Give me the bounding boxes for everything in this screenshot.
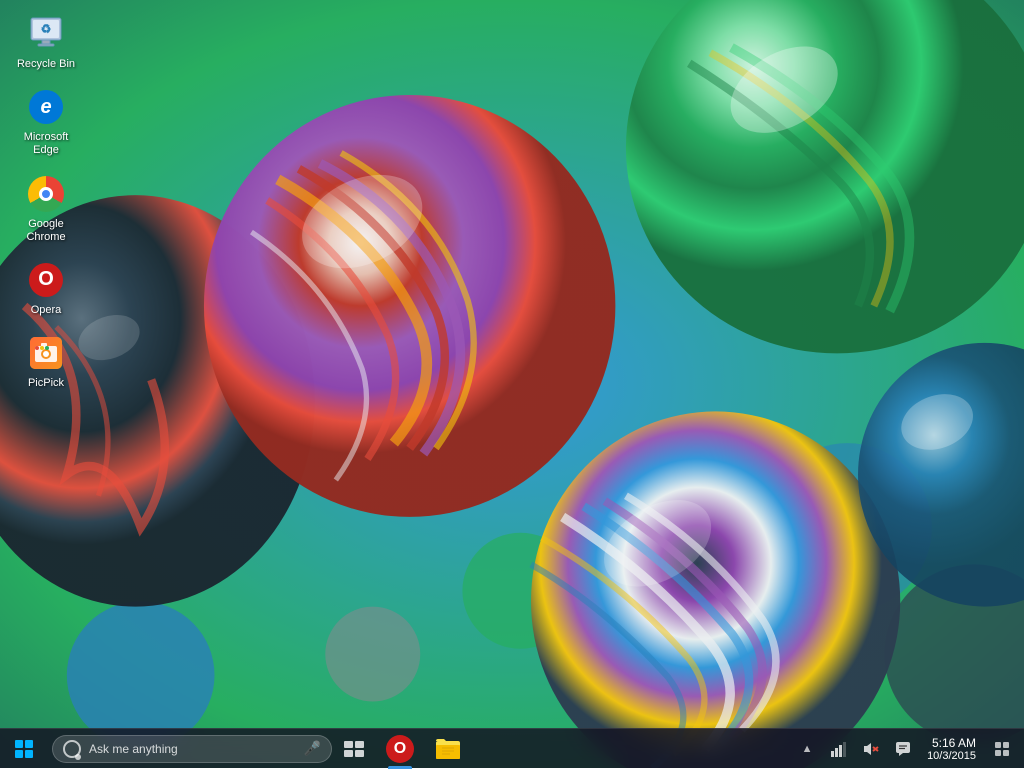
opera-taskbar-icon: O	[386, 735, 414, 763]
picpick-desktop-icon	[26, 333, 66, 373]
recycle-bin-label: Recycle Bin	[17, 58, 75, 71]
chrome-icon	[26, 174, 66, 214]
tray-chevron-icon: ▲	[802, 743, 813, 755]
opera-desktop-icon: O	[26, 260, 66, 300]
network-icon[interactable]	[823, 729, 855, 769]
cortana-icon	[63, 740, 81, 758]
recycle-bin-icon: ♻	[26, 14, 66, 54]
wallpaper	[0, 0, 1024, 768]
wallpaper-svg	[0, 0, 1024, 768]
desktop-icon-picpick[interactable]: PicPick	[10, 329, 82, 394]
desktop: ♻ Recycle Bin e Microsoft Edge	[0, 0, 1024, 768]
edge-icon: e	[26, 87, 66, 127]
microphone-icon: 🎤	[304, 740, 321, 757]
clock-date: 10/3/2015	[927, 750, 976, 762]
desktop-icon-google-chrome[interactable]: Google Chrome	[10, 170, 82, 248]
volume-icon[interactable]	[855, 729, 887, 769]
picpick-label: PicPick	[28, 377, 64, 390]
clock[interactable]: 5:16 AM 10/3/2015	[919, 729, 984, 769]
messaging-icon[interactable]	[887, 729, 919, 769]
svg-text:♻: ♻	[41, 22, 52, 36]
search-bar[interactable]: Ask me anything 🎤	[52, 735, 332, 763]
windows-logo-icon	[15, 740, 33, 758]
desktop-icon-microsoft-edge[interactable]: e Microsoft Edge	[10, 83, 82, 161]
speaker-muted-icon	[862, 741, 880, 757]
task-view-button[interactable]	[332, 729, 376, 769]
file-explorer-icon	[435, 736, 461, 762]
opera-label: Opera	[31, 304, 62, 317]
message-bubble-icon	[895, 741, 911, 757]
edge-label: Microsoft Edge	[14, 131, 78, 157]
system-tray: ▲	[791, 729, 1024, 769]
start-button[interactable]	[0, 729, 48, 769]
desktop-icons: ♻ Recycle Bin e Microsoft Edge	[10, 10, 82, 394]
desktop-icon-opera[interactable]: O Opera	[10, 256, 82, 321]
chrome-label: Google Chrome	[14, 218, 78, 244]
taskbar-app-explorer[interactable]	[424, 729, 472, 769]
notification-center-button[interactable]	[984, 729, 1020, 769]
network-signal-icon	[831, 741, 847, 757]
taskbar-app-opera[interactable]: O	[376, 729, 424, 769]
desktop-icon-recycle-bin[interactable]: ♻ Recycle Bin	[10, 10, 82, 75]
taskbar: Ask me anything 🎤 O	[0, 728, 1024, 768]
notification-center-icon	[994, 741, 1010, 757]
clock-time: 5:16 AM	[932, 736, 976, 750]
pinned-apps: O	[376, 729, 472, 769]
task-view-icon	[344, 741, 364, 757]
tray-overflow-button[interactable]: ▲	[791, 729, 823, 769]
search-placeholder-text: Ask me anything	[89, 742, 300, 756]
